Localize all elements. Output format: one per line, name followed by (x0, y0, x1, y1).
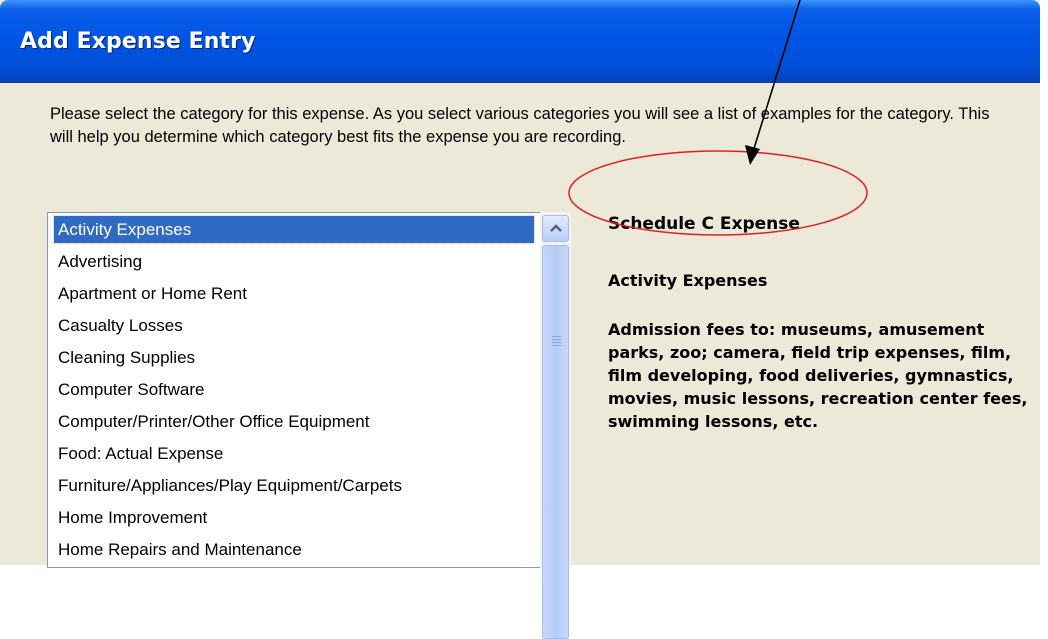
annotation-ellipse (568, 150, 868, 236)
annotation-overlay (568, 0, 868, 236)
arrow-head-icon (745, 145, 760, 165)
annotation-arrow-line (751, 0, 801, 156)
